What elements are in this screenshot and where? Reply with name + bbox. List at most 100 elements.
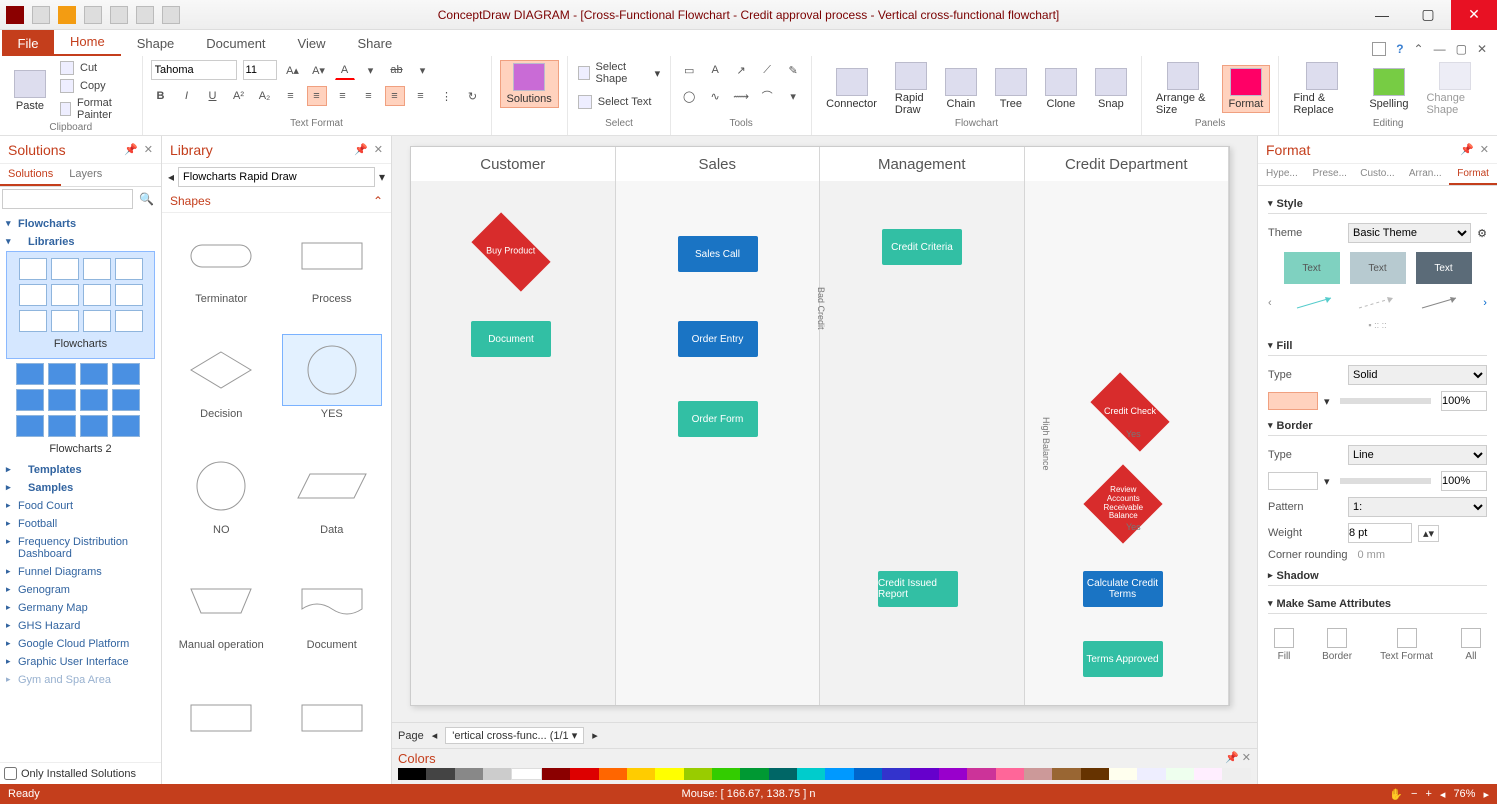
close-panel-icon[interactable]: ✕	[374, 143, 383, 156]
section-msa[interactable]: Make Same Attributes	[1268, 592, 1487, 614]
bold-button[interactable]: B	[151, 86, 171, 106]
align-center-button[interactable]: ≡	[307, 86, 327, 106]
font-more-icon[interactable]: ▾	[361, 60, 381, 80]
hand-tool-icon[interactable]: ✋	[1389, 788, 1403, 801]
snap-button[interactable]: Snap	[1089, 66, 1133, 112]
close-panel-icon[interactable]: ✕	[1242, 752, 1251, 764]
page-selector[interactable]: 'ertical cross-func... (1/1 ▾	[445, 727, 584, 744]
tree-item[interactable]: Gym and Spa Area	[6, 671, 155, 689]
cut-button[interactable]: Cut	[58, 60, 134, 76]
arrange-button[interactable]: Arrange & Size	[1150, 60, 1216, 118]
flowcharts-thumbs[interactable]	[9, 254, 152, 336]
zoom-nav-next[interactable]: ▸	[1483, 788, 1489, 801]
section-shadow[interactable]: Shadow	[1268, 564, 1487, 586]
border-color-swatch[interactable]	[1268, 472, 1318, 490]
node-order-entry[interactable]: Order Entry	[678, 321, 758, 357]
qat-save-icon[interactable]	[84, 6, 102, 24]
arrow-tool-icon[interactable]: ↗	[731, 60, 751, 80]
ribbon-collapse-icon[interactable]: ⌃	[1414, 42, 1424, 56]
shape-manual[interactable]	[171, 565, 271, 637]
fill-opacity-input[interactable]	[1441, 391, 1487, 411]
lib-prev-icon[interactable]: ◂	[168, 170, 174, 184]
node-document[interactable]: Document	[471, 321, 551, 357]
pin-icon[interactable]: 📌	[124, 143, 138, 156]
weight-spinner[interactable]: ▴▾	[1418, 525, 1439, 542]
align-right-button[interactable]: ≡	[333, 86, 353, 106]
node-buy-product[interactable]: Buy Product	[471, 212, 550, 291]
shape-more[interactable]	[171, 681, 271, 753]
tree-templates[interactable]: Templates	[6, 461, 155, 479]
styles-prev-icon[interactable]: ‹	[1268, 297, 1272, 309]
lib-dropdown-icon[interactable]: ▾	[379, 170, 385, 184]
pin-icon[interactable]: 📌	[1460, 143, 1474, 156]
tree-flowcharts[interactable]: Flowcharts	[6, 215, 155, 233]
lane-header-sales[interactable]: Sales	[616, 147, 821, 181]
ellipse-tool-icon[interactable]: ◯	[679, 86, 699, 106]
color-strip[interactable]	[398, 768, 1251, 780]
fill-opacity-slider[interactable]	[1340, 398, 1431, 404]
page-nav-next[interactable]: ▸	[592, 729, 598, 742]
font-size-select[interactable]	[243, 60, 277, 80]
decrease-font-icon[interactable]: A▾	[309, 60, 329, 80]
section-style[interactable]: Style	[1268, 192, 1487, 214]
italic-button[interactable]: I	[177, 86, 197, 106]
tab-document[interactable]: Document	[190, 31, 281, 56]
close-panel-icon[interactable]: ✕	[1480, 143, 1489, 156]
minimize-button[interactable]: —	[1359, 0, 1405, 30]
pin-icon[interactable]: 📌	[354, 143, 368, 156]
window-close-icon[interactable]: ✕	[1477, 42, 1487, 56]
search-icon[interactable]: 🔍	[135, 192, 158, 206]
node-review[interactable]: Review Accounts Receivable Balance	[1083, 464, 1162, 543]
collapse-shapes-icon[interactable]: ⌃	[373, 194, 383, 208]
gear-icon[interactable]: ⚙	[1477, 227, 1487, 240]
border-opacity-input[interactable]	[1441, 471, 1487, 491]
window-restore-icon[interactable]: ▢	[1456, 42, 1467, 56]
connector-button[interactable]: Connector	[820, 66, 883, 112]
help-icon[interactable]: ?	[1396, 42, 1403, 56]
msa-all-button[interactable]: All	[1461, 628, 1481, 662]
solutions-tab[interactable]: Solutions	[0, 164, 61, 186]
qat-open-icon[interactable]	[58, 6, 76, 24]
border-pattern-select[interactable]: 1:	[1348, 497, 1487, 517]
subscript-button[interactable]: A₂	[255, 86, 275, 106]
fill-color-swatch[interactable]	[1268, 392, 1318, 410]
strikethrough-icon[interactable]: ab	[387, 60, 407, 80]
tree-item[interactable]: Food Court	[6, 497, 155, 515]
shape-process[interactable]	[282, 219, 382, 291]
superscript-button[interactable]: A²	[229, 86, 249, 106]
shape-decision[interactable]	[171, 334, 271, 406]
font-color-icon[interactable]: A	[335, 60, 355, 80]
flowcharts2-thumbs[interactable]	[6, 359, 155, 441]
tab-home[interactable]: Home	[54, 29, 121, 56]
panel-toggle-icon[interactable]	[1372, 42, 1386, 56]
chain-button[interactable]: Chain	[939, 66, 983, 112]
fmt-tab-presentation[interactable]: Prese...	[1306, 164, 1354, 185]
border-opacity-slider[interactable]	[1340, 478, 1431, 484]
close-panel-icon[interactable]: ✕	[144, 143, 153, 156]
section-fill[interactable]: Fill	[1268, 334, 1487, 356]
tab-view[interactable]: View	[282, 31, 342, 56]
tab-shape[interactable]: Shape	[121, 31, 191, 56]
lane-header-customer[interactable]: Customer	[411, 147, 616, 181]
select-text-button[interactable]: Select Text	[576, 94, 662, 110]
align-middle-button[interactable]: ≡	[385, 86, 405, 106]
tree-item[interactable]: Frequency Distribution Dashboard	[6, 533, 155, 563]
node-sales-call[interactable]: Sales Call	[678, 236, 758, 272]
zoom-in-icon[interactable]: +	[1425, 788, 1431, 800]
msa-border-button[interactable]: Border	[1322, 628, 1352, 662]
lane-header-management[interactable]: Management	[820, 147, 1025, 181]
clone-button[interactable]: Clone	[1039, 66, 1083, 112]
section-border[interactable]: Border	[1268, 414, 1487, 436]
only-installed-checkbox[interactable]	[4, 767, 17, 780]
align-top-button[interactable]: ≡	[359, 86, 379, 106]
zoom-out-icon[interactable]: −	[1411, 788, 1417, 800]
format-painter-button[interactable]: Format Painter	[58, 96, 134, 122]
rect-tool-icon[interactable]: ▭	[679, 60, 699, 80]
rapid-draw-button[interactable]: Rapid Draw	[889, 60, 933, 118]
tree-item[interactable]: Graphic User Interface	[6, 653, 155, 671]
bullets-button[interactable]: ⋮	[437, 86, 457, 106]
border-type-select[interactable]: Line	[1348, 445, 1487, 465]
tree-item[interactable]: Google Cloud Platform	[6, 635, 155, 653]
find-replace-button[interactable]: Find & Replace	[1287, 60, 1357, 118]
fmt-tab-arrange[interactable]: Arran...	[1401, 164, 1449, 185]
